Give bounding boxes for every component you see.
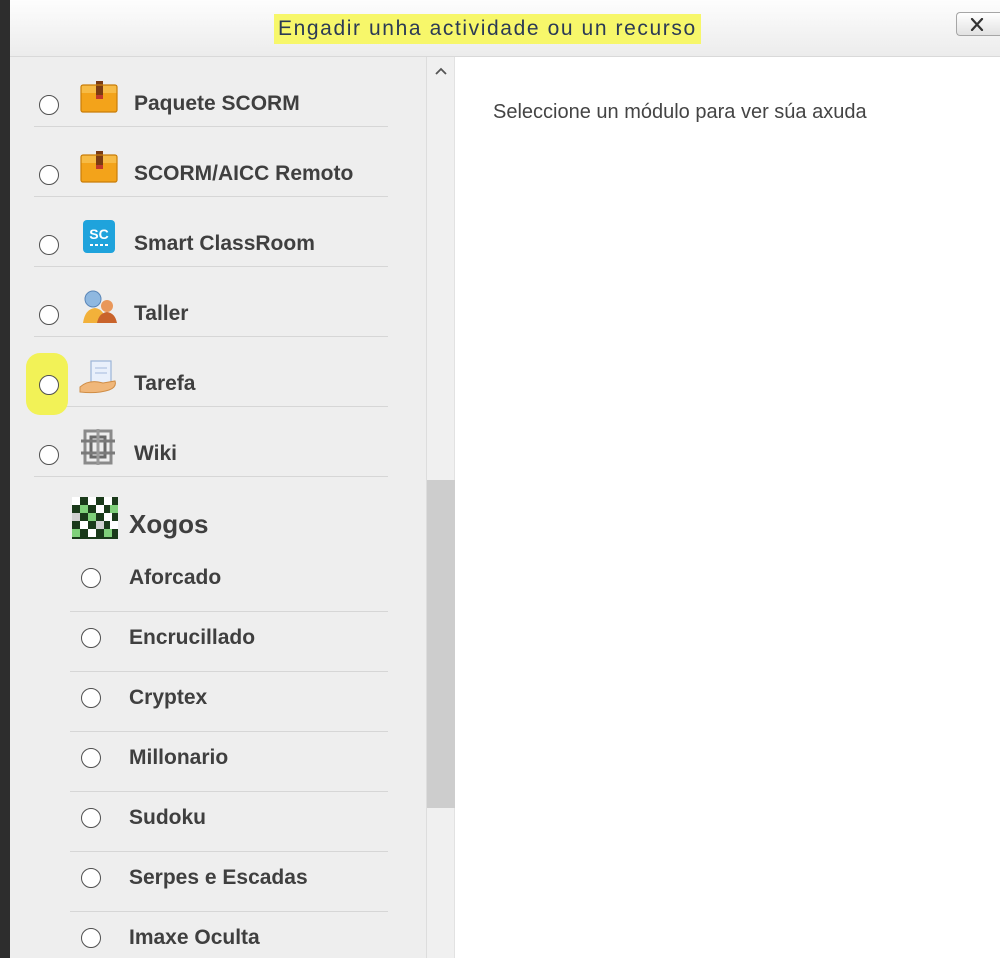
radio-sudoku[interactable] [81, 808, 101, 828]
option-label: Wiki [134, 442, 177, 465]
radio-smart-classroom[interactable] [39, 235, 59, 255]
svg-text:SC: SC [89, 226, 108, 242]
option-label: Smart ClassRoom [134, 232, 315, 255]
scrollbar-thumb[interactable] [427, 480, 455, 808]
option-label: Taller [134, 302, 189, 325]
option-label: Millonario [129, 746, 229, 769]
close-x-icon [970, 18, 984, 31]
option-label: Encrucillado [129, 626, 256, 649]
option-taller[interactable]: Taller [34, 267, 388, 337]
radio-millonario[interactable] [81, 748, 101, 768]
wiki-icon [81, 429, 115, 465]
radio-cryptex[interactable] [81, 688, 101, 708]
option-encrucillado[interactable]: Encrucillado [70, 612, 388, 672]
option-aforcado[interactable]: Aforcado [70, 552, 388, 612]
radio-wiki[interactable] [39, 445, 59, 465]
help-panel: Seleccione un módulo para ver súa axuda [455, 57, 1000, 958]
workshop-icon [83, 290, 117, 323]
smart-classroom-icon: SC [83, 220, 115, 253]
option-millonario[interactable]: Millonario [70, 732, 388, 792]
help-text: Seleccione un módulo para ver súa axuda [493, 101, 867, 123]
games-icon [72, 497, 118, 539]
option-label: Cryptex [129, 686, 208, 709]
option-sudoku[interactable]: Sudoku [70, 792, 388, 852]
games-group-header: Xogos [72, 497, 372, 543]
option-label: Tarefa [134, 372, 196, 395]
scrollbar[interactable] [426, 57, 455, 958]
close-button[interactable] [956, 12, 1000, 36]
radio-aforcado[interactable] [81, 568, 101, 588]
option-tarefa[interactable]: Tarefa [26, 337, 388, 415]
option-cryptex[interactable]: Cryptex [70, 672, 388, 732]
option-smart-classroom[interactable]: SC Smart ClassRoom [34, 197, 388, 267]
option-imaxe-oculta[interactable]: Imaxe Oculta [70, 912, 388, 958]
package-icon [80, 151, 118, 183]
radio-taller[interactable] [39, 305, 59, 325]
radio-tarefa[interactable] [39, 375, 59, 395]
option-scorm-aicc-remoto[interactable]: SCORM/AICC Remoto [34, 127, 388, 197]
option-label: SCORM/AICC Remoto [134, 162, 354, 185]
option-label: Paquete SCORM [134, 92, 300, 115]
option-label: Imaxe Oculta [129, 926, 260, 949]
radio-imaxe-oculta[interactable] [81, 928, 101, 948]
radio-encrucillado[interactable] [81, 628, 101, 648]
option-serpes-e-escadas[interactable]: Serpes e Escadas [70, 852, 388, 912]
dialog-title: Engadir unha actividade ou un recurso [274, 14, 701, 44]
option-wiki[interactable]: Wiki [34, 407, 388, 477]
add-activity-dialog: Engadir unha actividade ou un recurso Pa… [10, 0, 1000, 958]
assignment-icon [79, 360, 116, 394]
option-label: Sudoku [129, 806, 206, 829]
option-label: Aforcado [129, 566, 222, 589]
module-list-panel: Paquete SCORM SCORM/AICC Remoto SC Smart… [10, 57, 455, 958]
radio-paquete-scorm[interactable] [39, 95, 59, 115]
option-label: Serpes e Escadas [129, 866, 308, 889]
package-icon [80, 81, 118, 113]
scroll-up-arrow-icon[interactable] [435, 67, 447, 75]
option-paquete-scorm[interactable]: Paquete SCORM [34, 57, 388, 127]
dialog-titlebar: Engadir unha actividade ou un recurso [10, 0, 1000, 57]
radio-scorm-aicc-remoto[interactable] [39, 165, 59, 185]
radio-serpes-e-escadas[interactable] [81, 868, 101, 888]
games-group-label: Xogos [129, 509, 209, 539]
